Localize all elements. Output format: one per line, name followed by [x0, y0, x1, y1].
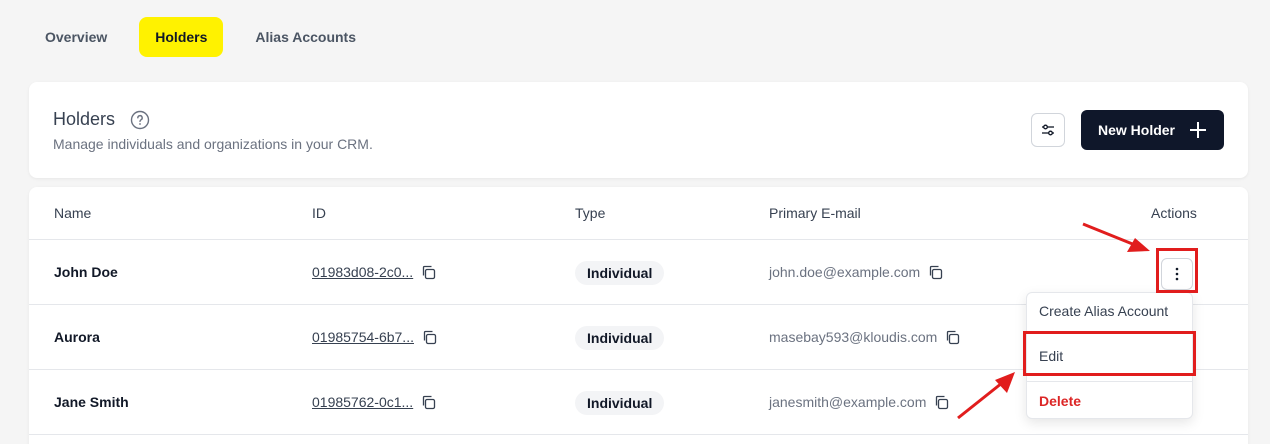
- holder-email-text: masebay593@kloudis.com: [769, 329, 938, 345]
- tab-alias-accounts[interactable]: Alias Accounts: [239, 17, 372, 57]
- copy-icon[interactable]: [421, 395, 436, 410]
- column-header-name: Name: [54, 205, 92, 221]
- page-title: Holders: [53, 109, 116, 129]
- holders-header-card: Holders Manage individuals and organizat…: [29, 82, 1248, 178]
- holder-id-link[interactable]: 01985754-6b7...: [312, 329, 414, 345]
- type-badge: Individual: [575, 326, 665, 350]
- copy-icon[interactable]: [421, 265, 436, 280]
- copy-icon[interactable]: [422, 330, 437, 345]
- help-icon[interactable]: [130, 110, 150, 130]
- holder-id-link[interactable]: 01985762-0c1...: [312, 394, 413, 410]
- copy-icon[interactable]: [928, 265, 943, 280]
- holder-name: John Doe: [54, 264, 118, 280]
- menu-item-create-alias-account[interactable]: Create Alias Account: [1039, 303, 1168, 319]
- copy-icon[interactable]: [934, 395, 949, 410]
- column-header-id: ID: [312, 205, 326, 221]
- holder-email: masebay593@kloudis.com: [769, 329, 960, 345]
- menu-item-delete[interactable]: Delete: [1039, 393, 1081, 409]
- new-holder-button[interactable]: New Holder: [1081, 110, 1224, 150]
- menu-divider: [1027, 381, 1192, 382]
- annotation-highlight-edit: [1023, 331, 1196, 376]
- plus-icon: [1190, 122, 1206, 138]
- holder-type: Individual: [575, 391, 665, 415]
- holder-email-text: john.doe@example.com: [769, 264, 921, 280]
- type-badge: Individual: [575, 261, 665, 285]
- holder-name: Jane Smith: [54, 394, 129, 410]
- table-header: Name ID Type Primary E-mail Actions: [29, 187, 1248, 240]
- annotation-highlight-actions: [1156, 248, 1198, 293]
- tab-holders[interactable]: Holders: [139, 17, 224, 57]
- holder-email: janesmith@example.com: [769, 394, 949, 410]
- column-header-actions: Actions: [1151, 205, 1197, 221]
- holder-name: Aurora: [54, 329, 100, 345]
- page-subtitle: Manage individuals and organizations in …: [53, 136, 373, 152]
- holder-id: 01983d08-2c0...: [312, 264, 436, 280]
- holder-email-text: janesmith@example.com: [769, 394, 927, 410]
- copy-icon[interactable]: [945, 330, 960, 345]
- type-badge: Individual: [575, 391, 665, 415]
- holder-type: Individual: [575, 326, 665, 350]
- filter-button[interactable]: [1031, 113, 1065, 147]
- holder-id: 01985754-6b7...: [312, 329, 437, 345]
- holder-type: Individual: [575, 261, 665, 285]
- filter-icon: [1042, 124, 1054, 136]
- holder-id: 01985762-0c1...: [312, 394, 436, 410]
- holder-email: john.doe@example.com: [769, 264, 943, 280]
- holder-id-link[interactable]: 01983d08-2c0...: [312, 264, 413, 280]
- column-header-email: Primary E-mail: [769, 205, 861, 221]
- column-header-type: Type: [575, 205, 606, 221]
- tab-overview[interactable]: Overview: [29, 17, 123, 57]
- new-holder-label: New Holder: [1097, 122, 1175, 138]
- tab-bar: Overview Holders Alias Accounts: [29, 17, 372, 57]
